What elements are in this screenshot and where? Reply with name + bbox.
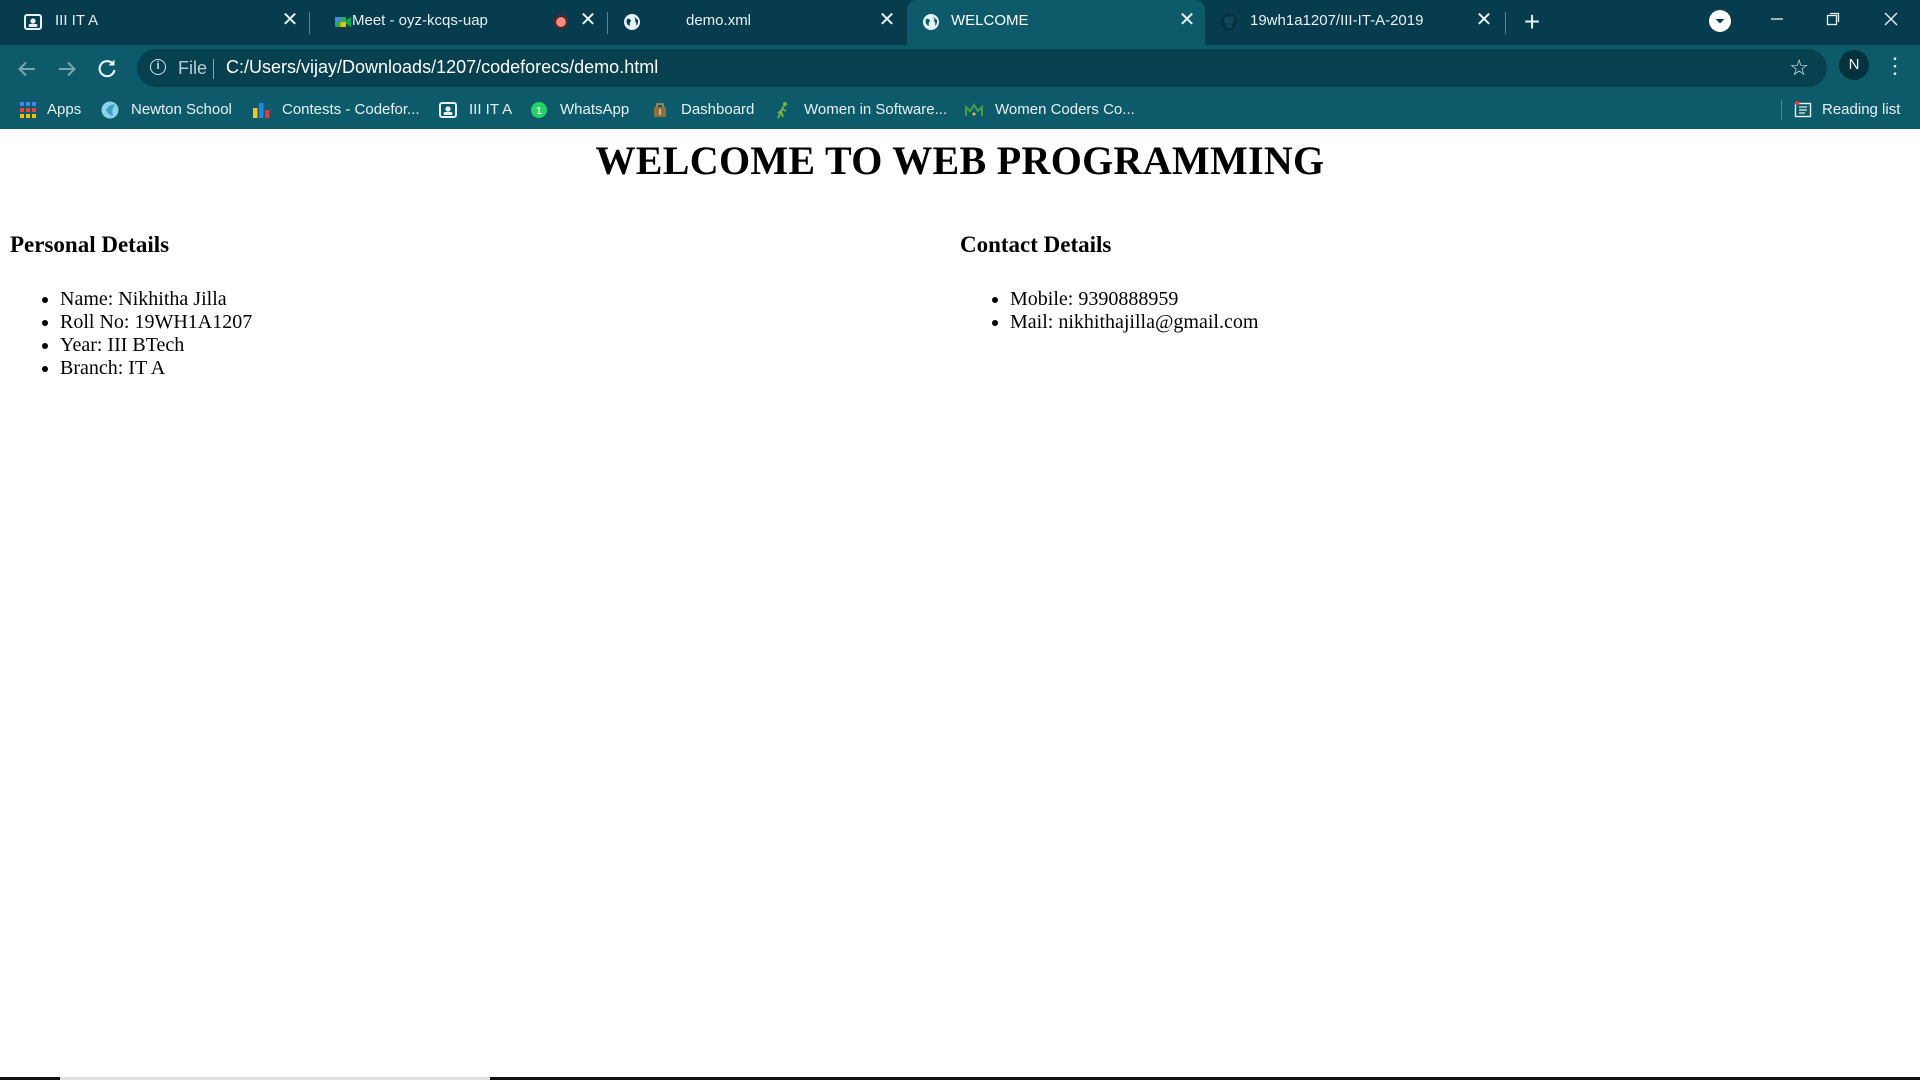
whatsapp-icon: 1 (531, 101, 547, 118)
arrow-left-icon (18, 61, 35, 77)
tab-github[interactable]: 19wh1a1207/III-IT-A-2019 ✕ (1206, 0, 1504, 45)
minimize-button[interactable] (1762, 4, 1792, 34)
reload-button[interactable] (91, 53, 123, 85)
bookmark-star-icon[interactable]: ☆ (1789, 55, 1809, 81)
bookmark-women-in-software[interactable]: Women in Software... (774, 91, 947, 128)
restore-button[interactable] (1818, 4, 1848, 34)
tab-demo-xml[interactable]: demo.xml ✕ (608, 0, 906, 45)
personal-details-list: Name: Nikhitha Jilla Roll No: 19WH1A1207… (10, 288, 910, 380)
page-viewport: WELCOME TO WEB PROGRAMMING Personal Deta… (0, 129, 1920, 1080)
list-item: Roll No: 19WH1A1207 (60, 311, 910, 334)
bookmarks-bar: Apps Newton School Contests - Codefor...… (0, 91, 1920, 128)
tab-strip: III IT A ✕ Meet - oyz-kcqs-uap ✕ demo.xm… (0, 0, 1920, 45)
meet-icon (335, 17, 351, 27)
newton-school-icon (101, 101, 119, 118)
close-icon[interactable]: ✕ (279, 9, 301, 31)
dashboard-icon (654, 102, 666, 117)
bookmark-label: Newton School (131, 101, 232, 118)
codeforces-icon (253, 102, 270, 118)
close-icon (1884, 12, 1898, 26)
restore-icon (1826, 12, 1840, 26)
page-title: WELCOME TO WEB PROGRAMMING (595, 138, 1325, 183)
bookmark-label: Contests - Codefor... (282, 101, 420, 118)
info-icon[interactable]: i (150, 59, 166, 75)
classroom-icon (439, 101, 457, 118)
kebab-menu-icon[interactable]: ⋮ (1884, 53, 1906, 81)
tab-title: 19wh1a1207/III-IT-A-2019 (1250, 12, 1424, 29)
apps-grid-icon (20, 101, 36, 118)
bookmark-label: Women Coders Co... (995, 101, 1135, 118)
bookmark-label: Dashboard (681, 101, 755, 118)
list-item: Name: Nikhitha Jilla (60, 288, 910, 311)
close-icon[interactable]: ✕ (1176, 9, 1198, 31)
tab-meet[interactable]: Meet - oyz-kcqs-uap ✕ (310, 0, 606, 45)
bookmark-whatsapp[interactable]: 1 WhatsApp (530, 91, 629, 128)
close-icon[interactable]: ✕ (876, 9, 898, 31)
personal-details-section: Personal Details Name: Nikhitha Jilla Ro… (10, 232, 910, 380)
url-scheme-label: File (178, 58, 208, 78)
tab-separator (1505, 12, 1506, 34)
divider (1781, 100, 1782, 120)
tab-title: demo.xml (686, 12, 752, 29)
list-item: Year: III BTech (60, 334, 910, 357)
reload-icon (98, 59, 116, 78)
reading-list-icon (1794, 100, 1812, 117)
bookmark-women-coders[interactable]: Women Coders Co... (965, 91, 1135, 128)
contact-details-section: Contact Details Mobile: 9390888959 Mail:… (960, 232, 1860, 334)
list-item: Mobile: 9390888959 (1010, 288, 1860, 311)
bookmark-iii-it-a[interactable]: III IT A (439, 91, 512, 128)
contact-details-heading: Contact Details (960, 232, 1112, 257)
close-icon[interactable]: ✕ (1473, 9, 1495, 31)
bookmark-label: WhatsApp (560, 101, 630, 118)
minimize-icon (1771, 18, 1783, 20)
arrow-right-icon (59, 61, 76, 77)
svg-text:1: 1 (536, 106, 542, 117)
contact-details-list: Mobile: 9390888959 Mail: nikhithajilla@g… (960, 288, 1860, 334)
classroom-icon (24, 14, 42, 30)
bookmark-apps[interactable]: Apps (19, 91, 81, 128)
window-close-button[interactable] (1876, 4, 1906, 34)
women-in-software-icon (777, 101, 787, 118)
bookmark-label: III IT A (469, 101, 513, 118)
women-coders-icon (965, 102, 983, 116)
tab-iii-it-a[interactable]: III IT A ✕ (0, 0, 306, 45)
divider (213, 59, 214, 79)
back-button[interactable] (11, 53, 43, 85)
address-bar[interactable]: i File C:/Users/vijay/Downloads/1207/cod… (137, 49, 1827, 87)
list-item: Mail: nikhithajilla@gmail.com (1010, 311, 1860, 334)
tab-title: III IT A (55, 12, 99, 29)
bookmark-newton-school[interactable]: Newton School (101, 91, 232, 128)
tab-search-button[interactable] (1709, 10, 1731, 32)
tab-welcome[interactable]: WELCOME ✕ (907, 0, 1205, 45)
bookmark-label: Women in Software... (804, 101, 948, 118)
bookmark-codeforces[interactable]: Contests - Codefor... (252, 91, 420, 128)
profile-avatar[interactable]: N (1839, 50, 1869, 80)
globe-icon (923, 14, 939, 30)
bookmark-label: Reading list (1822, 101, 1901, 118)
tab-title: WELCOME (951, 12, 1029, 29)
github-icon (1221, 14, 1237, 30)
personal-details-heading: Personal Details (10, 232, 170, 257)
bookmark-label: Apps (47, 101, 82, 118)
tab-title: Meet - oyz-kcqs-uap (352, 12, 488, 29)
new-tab-button[interactable]: + (1519, 8, 1545, 36)
recording-indicator-icon (554, 15, 568, 29)
list-item: Branch: IT A (60, 357, 910, 380)
bookmark-dashboard[interactable]: Dashboard (651, 91, 754, 128)
globe-icon (624, 14, 640, 30)
close-icon[interactable]: ✕ (577, 9, 599, 31)
url-text[interactable]: C:/Users/vijay/Downloads/1207/codeforecs… (226, 57, 658, 78)
forward-button[interactable] (51, 53, 83, 85)
reading-list-button[interactable]: Reading list (1794, 91, 1900, 128)
chevron-down-icon (1715, 19, 1725, 24)
